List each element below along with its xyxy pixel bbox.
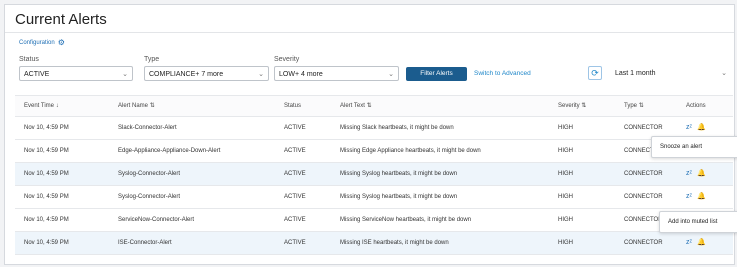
event-time: Nov 10, 4:59 PM (24, 194, 69, 200)
snooze-icon[interactable]: zᶻ (686, 232, 692, 254)
switch-to-advanced-link[interactable]: Switch to Advanced (474, 70, 531, 77)
table-row[interactable]: Nov 10, 4:59 PM Slack-Connector-Alert AC… (15, 117, 733, 140)
snooze-icon[interactable]: zᶻ (686, 163, 692, 185)
sort-icon: ⇅ (149, 103, 155, 109)
sort-icon: ↓ (55, 103, 59, 109)
table-row[interactable]: Nov 10, 4:59 PM ServiceNow-Connector-Ale… (15, 209, 733, 232)
chevron-down-icon: ⌄ (388, 71, 394, 78)
bell-icon[interactable]: 🔔 (697, 186, 706, 208)
col-event-time[interactable]: Event Time ↓ (24, 96, 59, 116)
alert-severity: HIGH (558, 148, 573, 154)
chevron-down-icon: ⌄ (258, 71, 264, 78)
alert-text: Missing Syslog heartbeats, it might be d… (340, 171, 458, 177)
col-alert-name[interactable]: Alert Name ⇅ (118, 96, 155, 116)
status-select[interactable]: ACTIVE ⌄ (19, 66, 133, 81)
type-select[interactable]: COMPLIANCE+ 7 more ⌄ (144, 66, 269, 81)
table-row[interactable]: Nov 10, 4:59 PM ISE-Connector-Alert ACTI… (15, 232, 733, 255)
severity-select-value: LOW+ 4 more (279, 71, 323, 78)
sort-icon: ⇅ (638, 103, 644, 109)
alert-status: ACTIVE (284, 240, 306, 246)
refresh-icon[interactable]: ⟳ (588, 66, 602, 80)
alert-type: CONNECTOR (624, 217, 663, 223)
event-time: Nov 10, 4:59 PM (24, 148, 69, 154)
col-type-label: Type (624, 103, 638, 109)
table-row[interactable]: Nov 10, 4:59 PM Syslog-Connector-Alert A… (15, 186, 733, 209)
table-row[interactable]: Nov 10, 4:59 PM Edge-Appliance-Appliance… (15, 140, 733, 163)
snooze-tooltip: Snooze an alert (651, 136, 737, 158)
col-alert-name-label: Alert Name (118, 103, 149, 109)
table-row[interactable]: Nov 10, 4:59 PM Syslog-Connector-Alert A… (15, 163, 733, 186)
alert-text: Missing ISE heartbeats, it might be down (340, 240, 449, 246)
event-time: Nov 10, 4:59 PM (24, 125, 69, 131)
type-select-value: COMPLIANCE+ 7 more (149, 71, 224, 78)
alert-name: Slack-Connector-Alert (118, 125, 177, 131)
col-alert-text[interactable]: Alert Text ⇅ (340, 96, 372, 116)
severity-select[interactable]: LOW+ 4 more ⌄ (274, 66, 399, 81)
mute-tooltip: Add into muted list (659, 211, 737, 233)
time-range-value: Last 1 month (615, 70, 656, 77)
alert-text: Missing Edge Appliance heartbeats, it mi… (340, 148, 481, 154)
gear-icon: ⚙ (57, 38, 65, 47)
event-time: Nov 10, 4:59 PM (24, 171, 69, 177)
status-filter-label: Status (19, 56, 39, 63)
table-header: Event Time ↓ Alert Name ⇅ Status Alert T… (15, 95, 733, 117)
chevron-down-icon: ⌄ (122, 71, 128, 78)
alerts-panel: Current Alerts Configuration ⚙ Status AC… (4, 4, 735, 265)
filter-alerts-button[interactable]: Filter Alerts (406, 67, 467, 81)
alert-severity: HIGH (558, 217, 573, 223)
alert-name: Edge-Appliance-Appliance-Down-Alert (118, 148, 221, 154)
event-time: Nov 10, 4:59 PM (24, 217, 69, 223)
configuration-label: Configuration (19, 40, 55, 46)
type-filter-label: Type (144, 56, 160, 63)
alert-name: Syslog-Connector-Alert (118, 194, 181, 200)
alert-type: CONNECTOR (624, 240, 663, 246)
bell-icon[interactable]: 🔔 (697, 232, 706, 254)
alert-type: CONNECTOR (624, 194, 663, 200)
alert-severity: HIGH (558, 194, 573, 200)
row-actions: zᶻ 🔔 (686, 186, 706, 208)
alert-text: Missing Syslog heartbeats, it might be d… (340, 194, 458, 200)
title-divider (5, 32, 734, 33)
row-actions: zᶻ 🔔 (686, 163, 706, 185)
alert-text: Missing Slack heartbeats, it might be do… (340, 125, 454, 131)
alert-status: ACTIVE (284, 171, 306, 177)
col-alert-text-label: Alert Text (340, 103, 365, 109)
col-severity-label: Severity (558, 103, 580, 109)
alert-status: ACTIVE (284, 125, 306, 131)
sort-icon: ⇅ (366, 103, 372, 109)
event-time: Nov 10, 4:59 PM (24, 240, 69, 246)
col-type[interactable]: Type ⇅ (624, 96, 644, 116)
severity-filter-label: Severity (274, 56, 300, 63)
row-actions: zᶻ 🔔 (686, 232, 706, 254)
bell-icon[interactable]: 🔔 (697, 163, 706, 185)
configuration-link[interactable]: Configuration ⚙ (19, 38, 65, 47)
alert-name: Syslog-Connector-Alert (118, 171, 181, 177)
col-event-time-label: Event Time (24, 103, 55, 109)
snooze-icon[interactable]: zᶻ (686, 186, 692, 208)
alert-name: ISE-Connector-Alert (118, 240, 172, 246)
alert-severity: HIGH (558, 171, 573, 177)
alert-status: ACTIVE (284, 148, 306, 154)
alert-name: ServiceNow-Connector-Alert (118, 217, 195, 223)
alert-severity: HIGH (558, 240, 573, 246)
time-range-select[interactable]: Last 1 month ⌄ (615, 66, 733, 81)
alert-type: CONNECTOR (624, 171, 663, 177)
sort-icon: ⇅ (581, 103, 587, 109)
chevron-down-icon: ⌄ (721, 70, 727, 77)
alert-severity: HIGH (558, 125, 573, 131)
alert-status: ACTIVE (284, 194, 306, 200)
alerts-table: Event Time ↓ Alert Name ⇅ Status Alert T… (15, 95, 733, 255)
page-title: Current Alerts (15, 11, 107, 28)
col-severity[interactable]: Severity ⇅ (558, 96, 586, 116)
status-select-value: ACTIVE (24, 71, 50, 78)
alert-text: Missing ServiceNow heartbeats, it might … (340, 217, 472, 223)
col-status: Status (284, 103, 302, 109)
col-actions: Actions (686, 103, 706, 109)
alert-status: ACTIVE (284, 217, 306, 223)
